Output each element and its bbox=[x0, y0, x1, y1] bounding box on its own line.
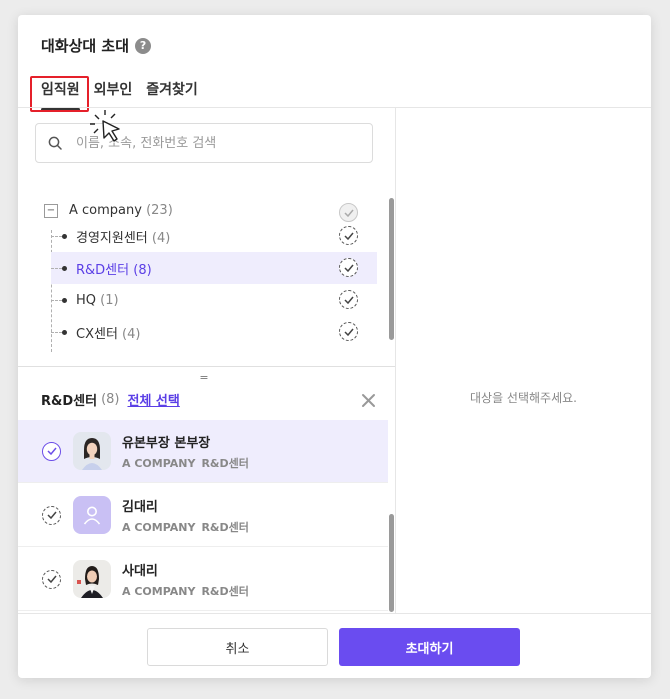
search-icon bbox=[48, 136, 62, 150]
tab-external[interactable]: 외부인 bbox=[94, 79, 133, 107]
member-dept: R&D센터 bbox=[201, 584, 249, 598]
member-info: 김대리 A COMPANY R&D센터 bbox=[122, 496, 255, 535]
drag-handle-icon[interactable]: = bbox=[198, 372, 210, 383]
invite-button[interactable]: 초대하기 bbox=[339, 628, 520, 666]
group-count: (8) bbox=[101, 392, 120, 407]
member-info: 유본부장 본부장 A COMPANY R&D센터 bbox=[122, 432, 255, 471]
group-title: R&D센터 bbox=[41, 394, 98, 409]
tree-item-label: HQ (1) bbox=[76, 293, 119, 308]
tree-item-name: R&D센터 bbox=[76, 262, 130, 278]
tree-item-label: CX센터 (4) bbox=[76, 323, 140, 342]
member-info: 사대리 A COMPANY R&D센터 bbox=[122, 560, 255, 599]
member-list: 유본부장 본부장 A COMPANY R&D센터 김대리 A COMPANY R… bbox=[18, 420, 396, 613]
list-item[interactable]: 김대리 A COMPANY R&D센터 bbox=[18, 484, 388, 547]
close-icon[interactable] bbox=[361, 393, 376, 408]
member-company: A COMPANY bbox=[122, 456, 196, 470]
tree-root[interactable]: − A company (23) bbox=[44, 203, 173, 218]
tree-item[interactable]: R&D센터 (8) bbox=[51, 252, 377, 284]
mouse-cursor-icon bbox=[90, 110, 120, 142]
check-circle-icon[interactable] bbox=[42, 441, 61, 461]
tree-item-label: R&D센터 (8) bbox=[76, 259, 152, 278]
member-name: 유본부장 본부장 bbox=[122, 435, 211, 451]
tree-item-name: HQ bbox=[76, 292, 97, 308]
member-name: 사대리 bbox=[122, 563, 158, 579]
member-scrollbar[interactable] bbox=[389, 514, 394, 612]
member-dept: R&D센터 bbox=[201, 456, 249, 470]
bullet-icon bbox=[62, 233, 67, 239]
check-circle-icon[interactable] bbox=[339, 322, 358, 341]
tree-item[interactable]: 경영지원센터 (4) bbox=[51, 220, 377, 252]
invite-dialog: 대화상대 초대 ? 임직원 외부인 즐겨찾기 − A company (23) bbox=[18, 15, 651, 678]
tree-item-count: (8) bbox=[133, 262, 152, 278]
tree-item-name: 경영지원센터 bbox=[76, 230, 148, 246]
tree-root-label: A company (23) bbox=[69, 203, 173, 218]
empty-message: 대상을 선택해주세요. bbox=[470, 391, 577, 405]
list-item[interactable]: 사대리 A COMPANY R&D센터 bbox=[18, 548, 388, 611]
tree-item[interactable]: HQ (1) bbox=[51, 284, 377, 316]
select-all-link[interactable]: 전체 선택 bbox=[127, 390, 179, 409]
member-company: A COMPANY bbox=[122, 520, 196, 534]
tree-item-count: (4) bbox=[122, 326, 141, 342]
cancel-button[interactable]: 취소 bbox=[147, 628, 328, 666]
check-circle-icon[interactable] bbox=[339, 226, 358, 245]
list-item[interactable]: 유본부장 본부장 A COMPANY R&D센터 bbox=[18, 420, 388, 483]
avatar bbox=[73, 560, 111, 598]
left-pane: − A company (23) 경영지원센터 (4) bbox=[18, 108, 396, 613]
collapse-icon[interactable]: − bbox=[44, 203, 58, 218]
bullet-icon bbox=[62, 265, 67, 271]
tree-item-count: (1) bbox=[100, 292, 119, 308]
bullet-icon bbox=[62, 329, 67, 335]
member-name: 김대리 bbox=[122, 499, 158, 515]
check-circle-icon[interactable] bbox=[42, 569, 61, 589]
member-org: A COMPANY R&D센터 bbox=[122, 455, 255, 471]
check-circle-icon[interactable] bbox=[42, 505, 61, 525]
search-box[interactable] bbox=[35, 123, 373, 163]
default-user-icon bbox=[73, 496, 111, 534]
dialog-header: 대화상대 초대 ? bbox=[41, 35, 152, 56]
tree-item-label: 경영지원센터 (4) bbox=[76, 227, 170, 246]
member-org: A COMPANY R&D센터 bbox=[122, 519, 255, 535]
check-circle-icon[interactable] bbox=[339, 290, 358, 309]
check-circle-icon[interactable] bbox=[339, 258, 358, 277]
tree-item[interactable]: CX센터 (4) bbox=[51, 316, 377, 348]
pane-resize-divider bbox=[18, 366, 396, 367]
org-tree: − A company (23) 경영지원센터 (4) R&D센터 (8) HQ… bbox=[18, 188, 396, 353]
member-org: A COMPANY R&D센터 bbox=[122, 583, 255, 599]
member-dept: R&D센터 bbox=[201, 520, 249, 534]
tree-item-count: (4) bbox=[151, 230, 171, 246]
tree-scrollbar[interactable] bbox=[389, 198, 394, 340]
tree-item-name: CX센터 bbox=[76, 326, 118, 342]
tree-root-count: (23) bbox=[146, 203, 173, 218]
member-company: A COMPANY bbox=[122, 584, 196, 598]
avatar bbox=[73, 432, 111, 470]
footer-divider bbox=[18, 613, 651, 614]
right-pane: 대상을 선택해주세요. bbox=[396, 108, 651, 613]
bullet-icon bbox=[62, 297, 67, 303]
group-header: R&D센터 (8) 전체 선택 bbox=[41, 390, 180, 409]
dialog-title: 대화상대 초대 bbox=[41, 37, 130, 55]
tab-favorites[interactable]: 즐겨찾기 bbox=[146, 79, 198, 107]
tree-root-name: A company bbox=[69, 203, 142, 218]
question-circle-icon[interactable]: ? bbox=[135, 37, 152, 54]
